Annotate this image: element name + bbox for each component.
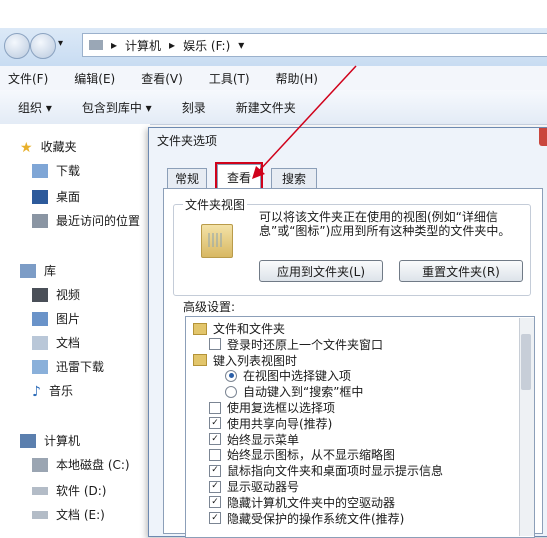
annotation-arrow [252, 65, 357, 179]
